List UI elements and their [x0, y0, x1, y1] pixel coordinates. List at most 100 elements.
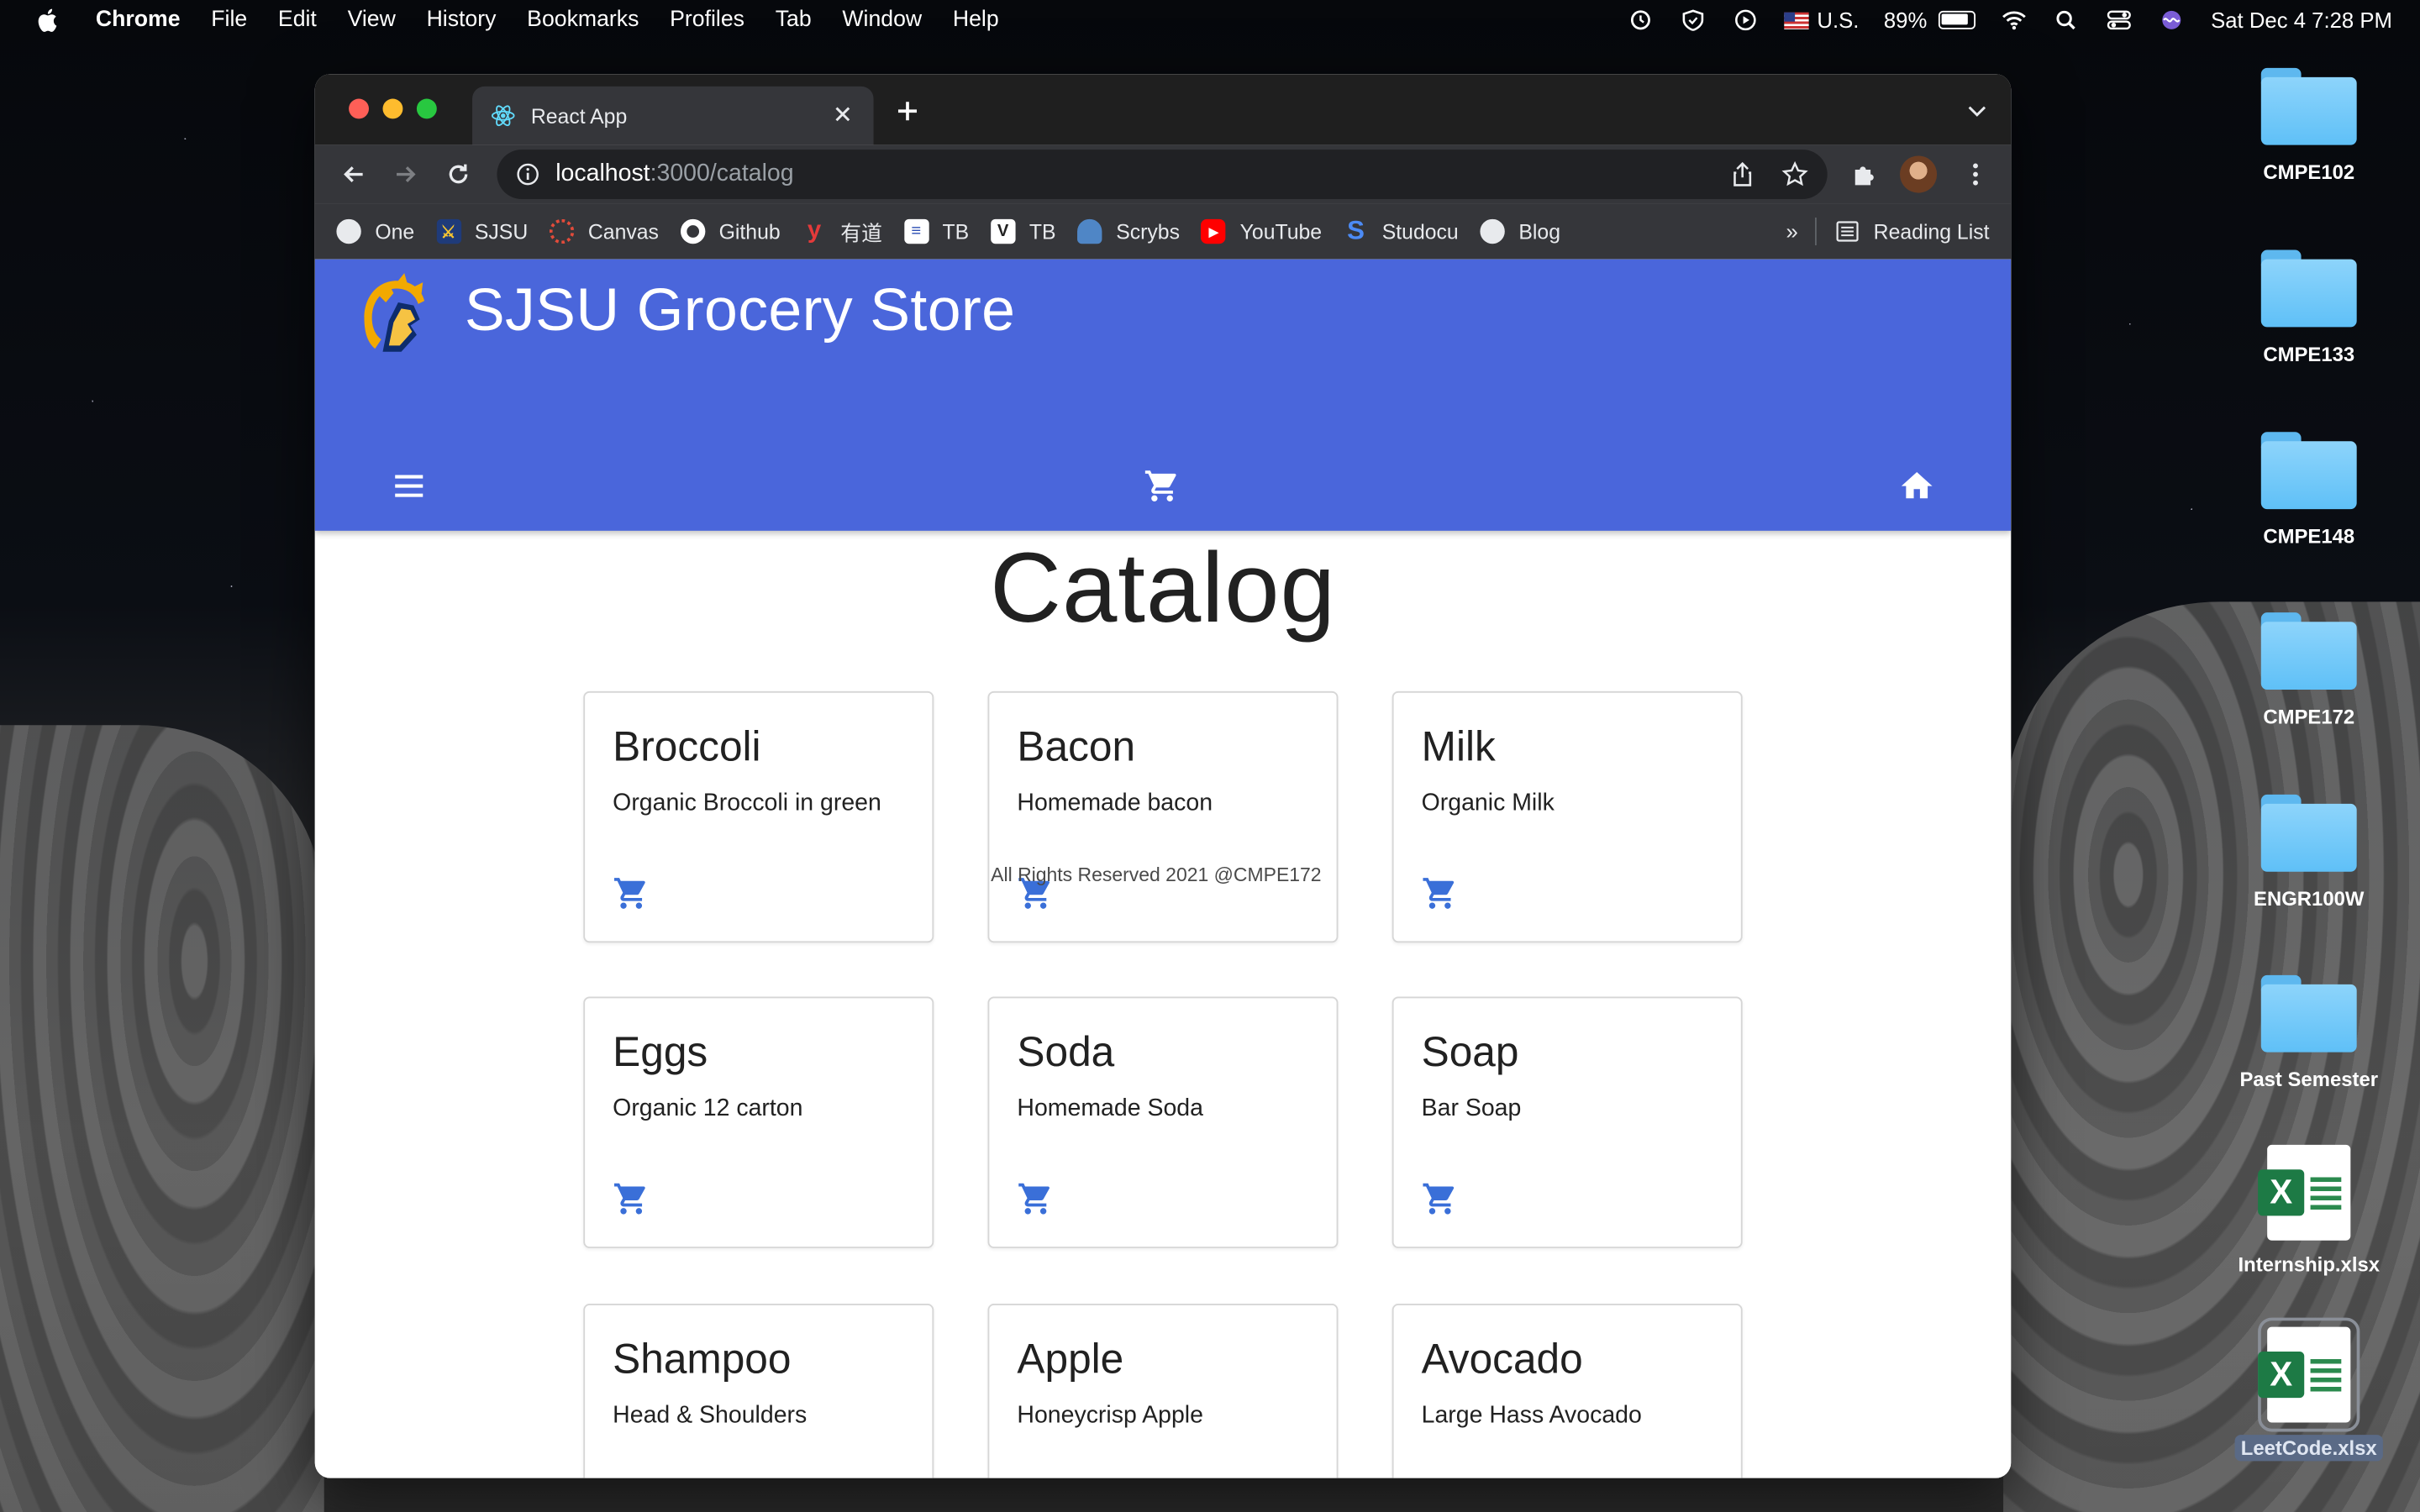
web-page: SJSU Grocery Store Catalog Broccoli Orga…	[314, 259, 2012, 1478]
back-icon[interactable]	[339, 160, 367, 188]
product-name: Milk	[1421, 723, 1496, 770]
menu-help[interactable]: Help	[953, 8, 999, 32]
extensions-puzzle-icon[interactable]	[1850, 160, 1878, 188]
menu-window[interactable]: Window	[842, 8, 922, 32]
product-name: Eggs	[613, 1029, 708, 1076]
add-to-cart-icon[interactable]	[613, 1180, 650, 1217]
share-icon[interactable]	[1728, 160, 1756, 188]
reload-icon[interactable]	[445, 160, 472, 188]
product-description: Head & Shoulders	[613, 1402, 808, 1429]
mac-menu-bar: Chrome File Edit View History Bookmarks …	[0, 0, 2420, 40]
product-description: Homemade bacon	[1017, 790, 1213, 816]
desktop-folder-past-semester[interactable]: Past Semester	[2224, 974, 2394, 1091]
product-card-avocado: Avocado Large Hass Avocado	[1392, 1304, 1743, 1478]
add-to-cart-icon[interactable]	[1422, 874, 1459, 911]
globe-icon	[1480, 218, 1505, 244]
bookmark-canvas[interactable]: Canvas	[549, 218, 659, 244]
input-source[interactable]: U.S.	[1784, 8, 1859, 33]
desktop-item-label: CMPE148	[2263, 524, 2355, 549]
bookmark-label: Blog	[1518, 219, 1561, 244]
studocu-icon: S	[1347, 216, 1365, 246]
new-tab-icon[interactable]	[895, 99, 919, 123]
menu-file[interactable]: File	[211, 8, 247, 32]
bookmark-youtube[interactable]: ▶ YouTube	[1201, 218, 1322, 244]
app-title: SJSU Grocery Store	[464, 277, 1016, 344]
youdao-icon: y	[807, 217, 822, 244]
forward-icon[interactable]	[392, 160, 420, 188]
bookmarks-divider	[1814, 217, 1817, 246]
product-description: Bar Soap	[1421, 1095, 1522, 1122]
tab-react-app[interactable]: React App	[472, 86, 874, 145]
bookmark-star-icon[interactable]	[1781, 160, 1809, 188]
bookmark-blog[interactable]: Blog	[1480, 218, 1561, 244]
folder-icon	[2260, 612, 2357, 690]
battery-status[interactable]: 89%	[1884, 8, 1976, 33]
sjsu-spartan-logo[interactable]	[352, 271, 442, 364]
menu-view[interactable]: View	[348, 8, 396, 32]
control-center-icon[interactable]	[2106, 9, 2133, 31]
desktop-folder-cmpe102[interactable]: CMPE102	[2224, 67, 2394, 184]
bookmark-label: 有道	[840, 222, 882, 246]
desktop-folder-cmpe148[interactable]: CMPE148	[2224, 432, 2394, 548]
tab-search-icon[interactable]	[1968, 105, 1986, 118]
menu-history[interactable]: History	[427, 8, 497, 32]
timemachine-icon[interactable]	[1628, 9, 1655, 31]
bookmark-tb-2[interactable]: V TB	[990, 218, 1056, 244]
product-description: Homemade Soda	[1017, 1095, 1203, 1122]
shield-icon[interactable]	[1680, 9, 1707, 31]
product-description: Organic 12 carton	[613, 1095, 803, 1122]
site-info-icon[interactable]	[515, 162, 539, 186]
desktop-folder-engr100w[interactable]: ENGR100W	[2224, 794, 2394, 911]
add-to-cart-icon[interactable]	[613, 874, 650, 911]
bookmark-one[interactable]: One	[336, 218, 414, 244]
add-to-cart-icon[interactable]	[1422, 1180, 1459, 1217]
wifi-icon[interactable]	[2001, 9, 2028, 31]
bookmark-youdao[interactable]: y 有道	[802, 216, 882, 247]
catalog-heading: Catalog	[990, 532, 1336, 643]
desktop-file-internship[interactable]: X Internship.xlsx	[2224, 1144, 2394, 1276]
reading-list-button[interactable]: Reading List	[1835, 203, 1990, 259]
bookmarks-overflow-button[interactable]: »	[1786, 219, 1797, 244]
product-description: Organic Broccoli in green	[613, 790, 881, 816]
tab-strip: React App	[314, 74, 2012, 145]
menu-edit[interactable]: Edit	[278, 8, 317, 32]
spotlight-search-icon[interactable]	[2054, 9, 2081, 31]
siri-icon[interactable]	[2159, 9, 2186, 31]
bookmark-label: TB	[942, 219, 970, 244]
us-flag-icon	[1784, 12, 1810, 29]
bookmark-scrybs[interactable]: Scrybs	[1077, 218, 1180, 244]
menu-tab[interactable]: Tab	[776, 8, 812, 32]
desktop-folder-cmpe133[interactable]: CMPE133	[2224, 249, 2394, 365]
address-bar[interactable]: localhost:3000/catalog	[497, 150, 1828, 199]
menu-bookmarks[interactable]: Bookmarks	[527, 8, 639, 32]
menu-app-chrome[interactable]: Chrome	[96, 8, 181, 32]
product-description: Honeycrisp Apple	[1017, 1402, 1203, 1429]
close-tab-icon[interactable]	[830, 102, 855, 126]
bookmark-label: Github	[718, 219, 781, 244]
youtube-icon: ▶	[1201, 218, 1227, 244]
play-icon[interactable]	[1732, 9, 1760, 31]
profile-avatar[interactable]	[1900, 155, 1938, 193]
hamburger-menu-icon[interactable]	[391, 468, 428, 505]
bookmark-tb-1[interactable]: ≡ TB	[903, 218, 970, 244]
minimize-window-button[interactable]	[382, 98, 403, 119]
canvas-icon	[549, 218, 575, 244]
bookmark-studocu[interactable]: S Studocu	[1344, 216, 1459, 246]
desktop-file-leetcode[interactable]: X LeetCode.xlsx	[2224, 1317, 2394, 1462]
bookmark-sjsu[interactable]: ⚔ SJSU	[435, 218, 528, 244]
menu-profiles[interactable]: Profiles	[670, 8, 744, 32]
home-icon[interactable]	[1898, 468, 1935, 505]
apple-icon[interactable]	[34, 6, 61, 34]
tb-v-icon: V	[990, 218, 1016, 244]
add-to-cart-icon[interactable]	[1017, 1180, 1054, 1217]
menubar-datetime[interactable]: Sat Dec 4 7:28 PM	[2211, 8, 2392, 32]
bookmark-github[interactable]: Github	[680, 218, 781, 244]
shopping-cart-icon[interactable]	[1144, 468, 1181, 505]
scrybs-icon	[1077, 218, 1102, 244]
close-window-button[interactable]	[349, 98, 369, 119]
desktop-folder-cmpe172[interactable]: CMPE172	[2224, 612, 2394, 728]
zoom-window-button[interactable]	[416, 98, 437, 119]
chrome-menu-icon[interactable]	[1961, 160, 1989, 188]
excel-file-icon: X	[2258, 1144, 2351, 1241]
product-description: Large Hass Avocado	[1421, 1402, 1642, 1429]
